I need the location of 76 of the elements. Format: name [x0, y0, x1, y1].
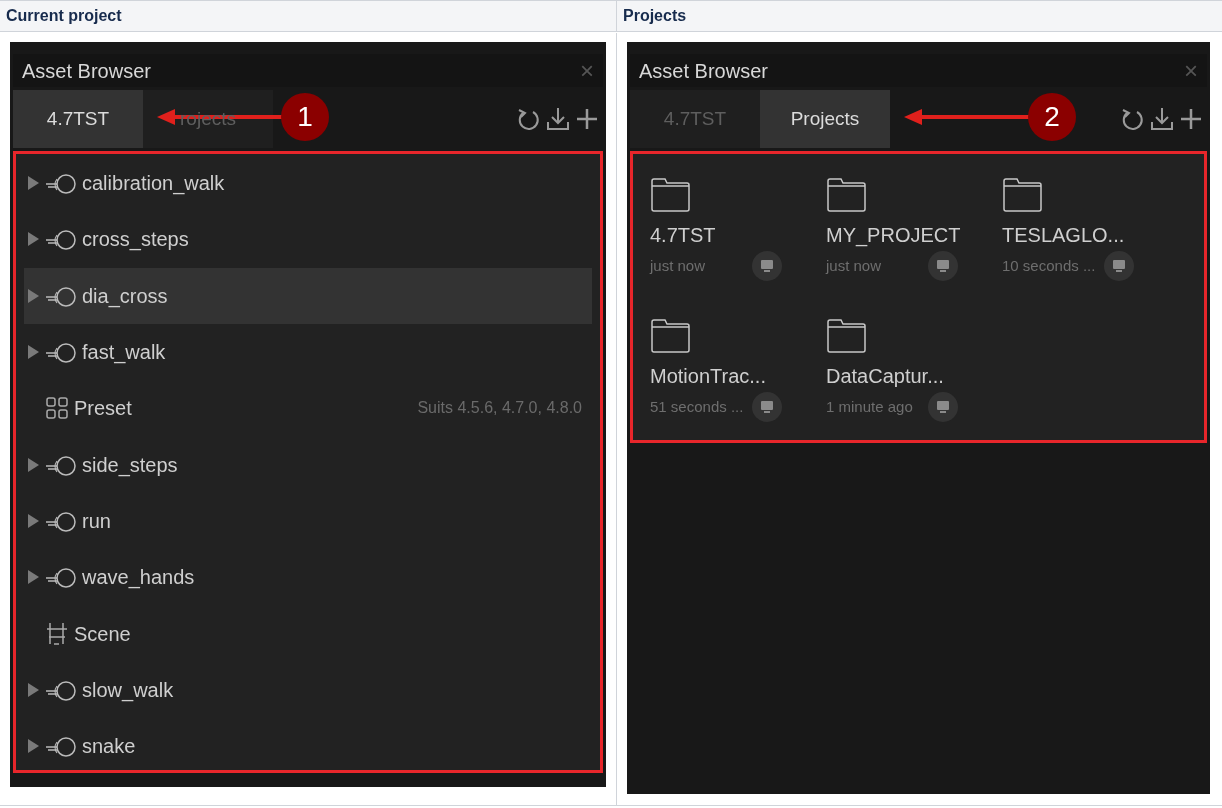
- asset-row[interactable]: calibration_walk: [24, 155, 592, 212]
- project-time: 1 minute ago: [826, 396, 913, 417]
- expand-icon[interactable]: [28, 457, 39, 472]
- folder-icon: [650, 319, 691, 353]
- monitor-icon: [752, 251, 782, 281]
- asset-label: run: [82, 508, 111, 534]
- version-note: Suits 4.5.6, 4.7.0, 4.8.0: [417, 398, 582, 419]
- project-time: 10 seconds ...: [1002, 255, 1096, 276]
- asset-label: wave_hands: [82, 565, 195, 591]
- plus-icon[interactable]: [575, 107, 599, 131]
- callout-badge: 2: [1028, 93, 1076, 141]
- asset-label: Preset: [74, 396, 132, 422]
- project-card[interactable]: TESLAGLO... 10 seconds ...: [1002, 178, 1162, 281]
- project-name: DataCaptur...: [826, 364, 944, 389]
- asset-label: cross_steps: [82, 227, 189, 253]
- project-time: just now: [650, 255, 706, 276]
- project-card[interactable]: MY_PROJECT just now: [826, 178, 986, 281]
- motion-clip-icon: [45, 340, 76, 365]
- folder-icon: [826, 319, 867, 353]
- project-card[interactable]: MotionTrac... 51 seconds ...: [650, 319, 810, 422]
- asset-label: slow_walk: [82, 677, 174, 704]
- asset-label: calibration_walk: [82, 171, 225, 197]
- asset-row[interactable]: run: [24, 492, 592, 550]
- motion-clip-icon: [45, 171, 76, 196]
- motion-clip-icon: [45, 227, 76, 252]
- grid-icon: [46, 397, 68, 420]
- asset-row[interactable]: wave_hands: [24, 549, 592, 606]
- asset-row[interactable]: cross_steps: [24, 211, 592, 268]
- download-icon[interactable]: [1149, 106, 1175, 132]
- motion-clip-icon: [45, 734, 76, 759]
- asset-label: Scene: [74, 621, 131, 647]
- folder-icon: [650, 178, 691, 212]
- monitor-icon: [752, 392, 782, 422]
- asset-label: snake: [82, 734, 136, 760]
- project-name: MotionTrac...: [650, 364, 766, 389]
- project-card[interactable]: DataCaptur... 1 minute ago: [826, 319, 986, 422]
- expand-icon[interactable]: [28, 232, 39, 247]
- asset-label: dia_cross: [82, 283, 168, 310]
- tab[interactable]: 4.7TST: [13, 90, 143, 148]
- asset-row[interactable]: dia_cross: [24, 267, 592, 324]
- expand-icon[interactable]: [28, 739, 39, 754]
- callout-badge: 1: [281, 93, 329, 141]
- scene-icon: [46, 622, 68, 645]
- asset-row[interactable]: Scene: [24, 605, 592, 662]
- project-time: just now: [826, 255, 882, 276]
- expand-icon[interactable]: [28, 513, 39, 528]
- monitor-icon: [928, 251, 958, 281]
- asset-row[interactable]: Preset Suits 4.5.6, 4.7.0, 4.8.0: [24, 380, 592, 437]
- asset-row[interactable]: fast_walk: [24, 323, 592, 381]
- expand-icon[interactable]: [28, 288, 39, 303]
- project-name: 4.7TST: [650, 223, 716, 248]
- tab[interactable]: Projects: [760, 90, 890, 148]
- panel-title: Asset Browser: [22, 58, 151, 84]
- motion-clip-icon: [45, 565, 76, 590]
- asset-row[interactable]: snake: [24, 717, 592, 775]
- asset-label: fast_walk: [82, 340, 166, 366]
- asset-label: side_steps: [82, 452, 178, 479]
- folder-icon: [1002, 178, 1043, 212]
- folder-icon: [826, 178, 867, 212]
- asset-row[interactable]: side_steps: [24, 436, 592, 493]
- panel-title: Asset Browser: [639, 58, 768, 84]
- expand-icon[interactable]: [28, 682, 39, 697]
- column-heading: Current project: [6, 6, 122, 26]
- project-time: 51 seconds ...: [650, 396, 744, 417]
- plus-icon[interactable]: [1179, 107, 1203, 131]
- project-card[interactable]: 4.7TST just now: [650, 178, 810, 281]
- expand-icon[interactable]: [28, 345, 39, 360]
- project-name: TESLAGLO...: [1002, 223, 1125, 248]
- asset-row[interactable]: slow_walk: [24, 661, 592, 718]
- column-heading: Projects: [623, 6, 687, 26]
- monitor-icon: [928, 392, 958, 422]
- expand-icon[interactable]: [28, 570, 39, 585]
- download-icon[interactable]: [545, 106, 571, 132]
- project-name: MY_PROJECT: [826, 223, 961, 249]
- expand-icon[interactable]: [28, 176, 39, 191]
- monitor-icon: [1104, 251, 1134, 281]
